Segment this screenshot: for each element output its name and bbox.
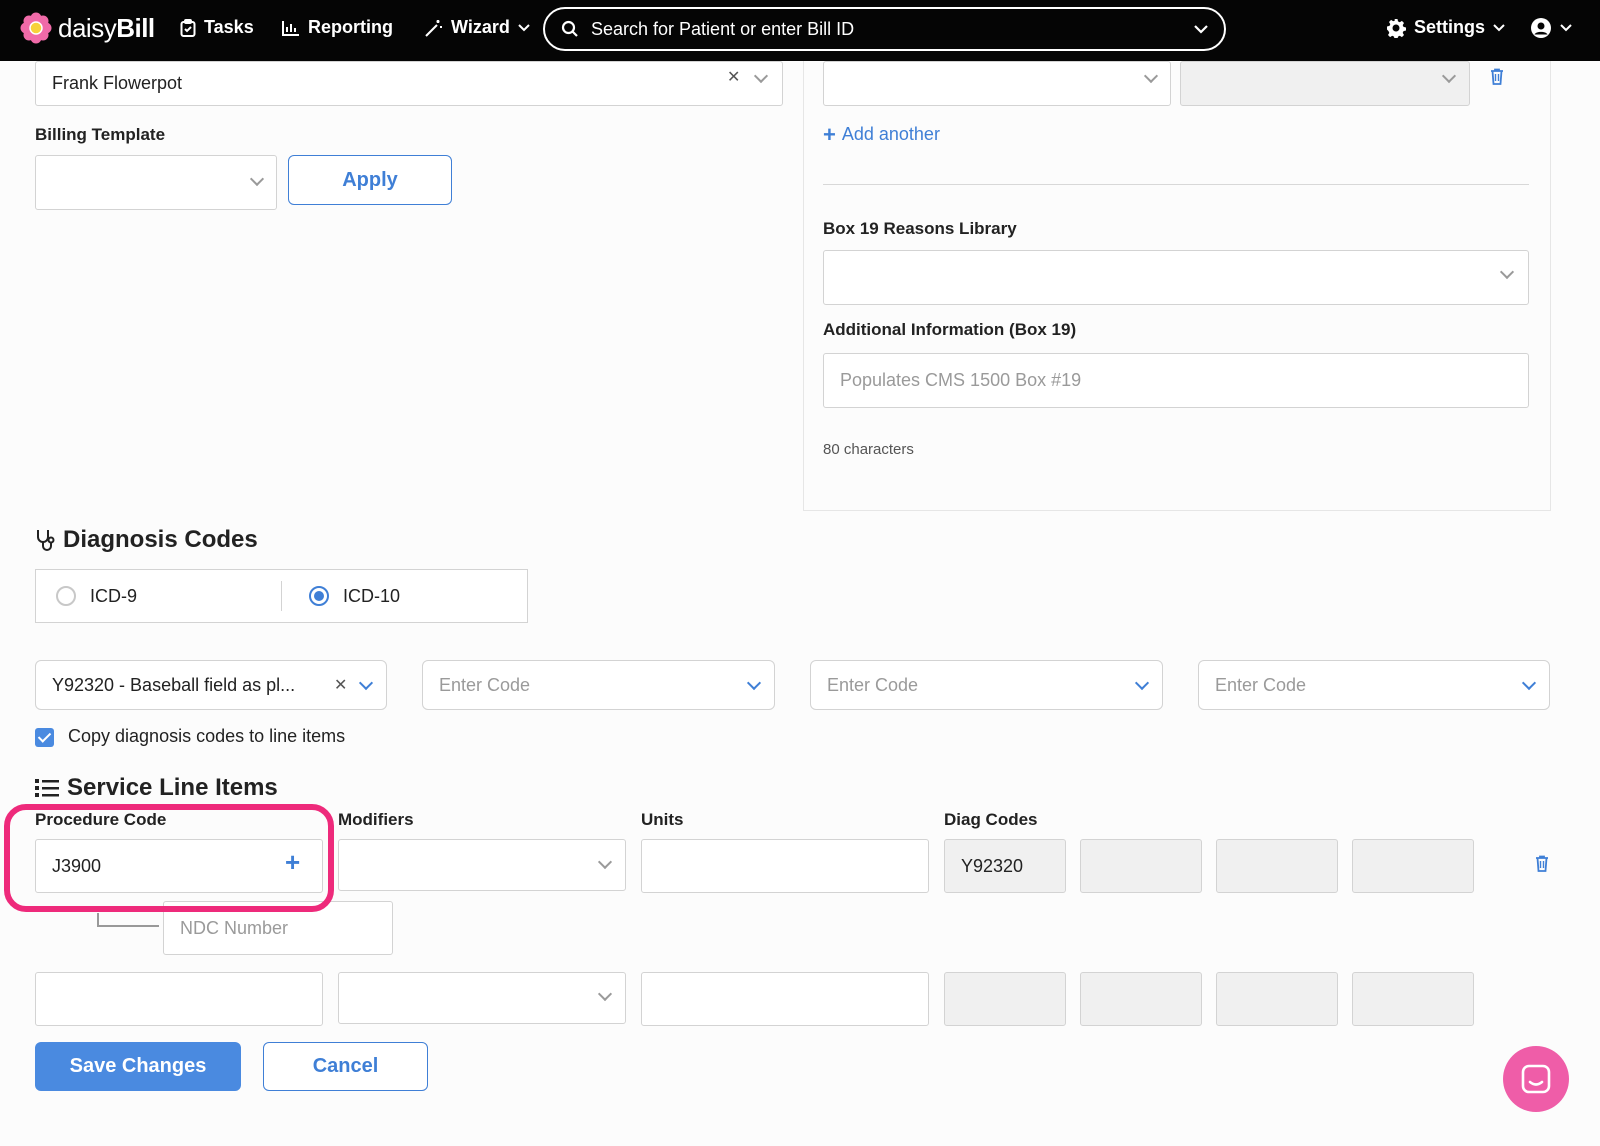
gear-icon bbox=[1387, 18, 1406, 38]
add-another-link[interactable]: + Add another bbox=[823, 121, 940, 147]
diag-code-4-placeholder: Enter Code bbox=[1215, 674, 1307, 695]
diagnosis-section-title: Diagnosis Codes bbox=[35, 526, 258, 554]
diag-code-field-4 bbox=[1352, 839, 1474, 893]
search-icon bbox=[561, 20, 578, 37]
nav-tasks-label: Tasks bbox=[204, 17, 254, 37]
divider bbox=[281, 581, 282, 611]
magic-wand-icon bbox=[425, 19, 442, 37]
brand-name: daisyBill bbox=[58, 13, 155, 44]
modifiers-header: Modifiers bbox=[338, 810, 414, 829]
cancel-button[interactable]: Cancel bbox=[263, 1042, 428, 1091]
chevron-down-icon bbox=[1560, 24, 1572, 32]
radio-icd10[interactable]: ICD-10 bbox=[309, 586, 400, 607]
diag-code-field-2-1 bbox=[944, 972, 1066, 1026]
apply-button[interactable]: Apply bbox=[288, 155, 452, 205]
plus-icon: + bbox=[823, 121, 836, 147]
save-changes-button[interactable]: Save Changes bbox=[35, 1042, 241, 1091]
icd10-label: ICD-10 bbox=[343, 585, 401, 606]
search-placeholder: Search for Patient or enter Bill ID bbox=[591, 18, 855, 39]
billing-template-select[interactable] bbox=[35, 155, 277, 210]
copy-diag-checkbox[interactable] bbox=[35, 728, 54, 747]
nav-reporting-label: Reporting bbox=[308, 17, 393, 37]
diag-code-field-1: Y92320 bbox=[944, 839, 1066, 893]
diag-code-select-2[interactable]: Enter Code bbox=[422, 660, 775, 710]
diag-code-3-placeholder: Enter Code bbox=[827, 674, 919, 695]
diag-code-field-2 bbox=[1080, 839, 1202, 893]
service-lines-title-text: Service Line Items bbox=[67, 774, 278, 801]
nav-tasks[interactable]: Tasks bbox=[180, 17, 254, 38]
diag-code-1-value: Y92320 - Baseball field as pl... bbox=[52, 674, 296, 695]
nav-reporting[interactable]: Reporting bbox=[282, 17, 393, 38]
modifiers-select[interactable] bbox=[338, 839, 626, 891]
chat-icon bbox=[1521, 1064, 1551, 1094]
ndc-connector bbox=[97, 913, 159, 927]
add-another-label: Add another bbox=[841, 124, 940, 144]
patient-search-input[interactable]: Search for Patient or enter Bill ID bbox=[543, 7, 1226, 51]
stethoscope-icon bbox=[37, 530, 55, 551]
procedure-code-input-2[interactable] bbox=[35, 972, 323, 1026]
nav-settings-label: Settings bbox=[1414, 17, 1486, 37]
user-menu[interactable] bbox=[1530, 17, 1572, 39]
provider-value: Frank Flowerpot bbox=[52, 73, 183, 93]
chevron-down-icon bbox=[1194, 24, 1208, 34]
radio-icd9[interactable]: ICD-9 bbox=[56, 586, 281, 607]
copy-diag-label: Copy diagnosis codes to line items bbox=[68, 726, 346, 746]
icd9-label: ICD-9 bbox=[90, 585, 138, 606]
clear-icon[interactable]: ✕ bbox=[727, 67, 740, 87]
char-count: 80 characters bbox=[823, 441, 914, 458]
diag-codes-header: Diag Codes bbox=[944, 810, 1038, 829]
diag-code-field-2-2 bbox=[1080, 972, 1202, 1026]
units-input[interactable] bbox=[641, 839, 929, 893]
chevron-down-icon bbox=[1493, 23, 1505, 31]
box19-library-select[interactable] bbox=[823, 250, 1529, 305]
trash-icon[interactable] bbox=[1490, 68, 1504, 85]
clipboard-check-icon bbox=[180, 18, 196, 37]
bar-chart-icon bbox=[282, 20, 299, 36]
modifiers-select-2[interactable] bbox=[338, 972, 626, 1024]
diag-code-field-2-4 bbox=[1352, 972, 1474, 1026]
clear-icon[interactable]: ✕ bbox=[334, 675, 347, 695]
units-input-2[interactable] bbox=[641, 972, 929, 1026]
icd-version-radio-group: ICD-9 ICD-10 bbox=[35, 569, 528, 623]
bill-edit-form: Frank Flowerpot ✕ Billing Template Apply… bbox=[0, 61, 1600, 1146]
chevron-down-icon bbox=[518, 23, 530, 31]
brand-name-bold: Bill bbox=[116, 12, 155, 43]
diagnosis-title-text: Diagnosis Codes bbox=[63, 526, 258, 553]
diag-code-field-2-3 bbox=[1216, 972, 1338, 1026]
additional-info-placeholder: Populates CMS 1500 Box #19 bbox=[840, 370, 1082, 390]
right-select-1[interactable] bbox=[823, 61, 1171, 106]
service-lines-section-title: Service Line Items bbox=[35, 774, 278, 802]
units-header: Units bbox=[641, 810, 684, 829]
diag-code-field-1-value: Y92320 bbox=[961, 855, 1024, 876]
diag-code-field-3 bbox=[1216, 839, 1338, 893]
nav-wizard[interactable]: Wizard bbox=[423, 17, 530, 38]
provider-select[interactable]: Frank Flowerpot bbox=[35, 61, 783, 106]
brand-logo[interactable]: daisyBill bbox=[20, 12, 155, 44]
highlight-annotation bbox=[4, 804, 334, 912]
top-navbar: daisyBill Tasks Reporting Wizard Search … bbox=[0, 0, 1600, 61]
billing-template-label: Billing Template bbox=[35, 125, 166, 144]
divider bbox=[823, 184, 1529, 185]
additional-info-input[interactable]: Populates CMS 1500 Box #19 bbox=[823, 353, 1529, 408]
additional-info-label: Additional Information (Box 19) bbox=[823, 320, 1077, 339]
box19-library-label: Box 19 Reasons Library bbox=[823, 219, 1017, 238]
daisy-flower-icon bbox=[20, 12, 52, 44]
nav-settings[interactable]: Settings bbox=[1386, 17, 1505, 38]
diag-code-select-4[interactable]: Enter Code bbox=[1198, 660, 1550, 710]
radio-icon bbox=[56, 586, 76, 606]
brand-name-light: daisy bbox=[58, 12, 117, 43]
trash-icon[interactable] bbox=[1535, 855, 1549, 872]
diag-code-2-placeholder: Enter Code bbox=[439, 674, 531, 695]
list-icon bbox=[35, 779, 59, 797]
ndc-placeholder: NDC Number bbox=[180, 917, 289, 938]
nav-wizard-label: Wizard bbox=[451, 17, 510, 37]
chat-launcher-button[interactable] bbox=[1503, 1046, 1569, 1112]
right-select-2 bbox=[1180, 61, 1470, 106]
user-circle-icon bbox=[1531, 18, 1551, 38]
diag-code-select-3[interactable]: Enter Code bbox=[810, 660, 1163, 710]
radio-selected-icon bbox=[309, 586, 329, 606]
